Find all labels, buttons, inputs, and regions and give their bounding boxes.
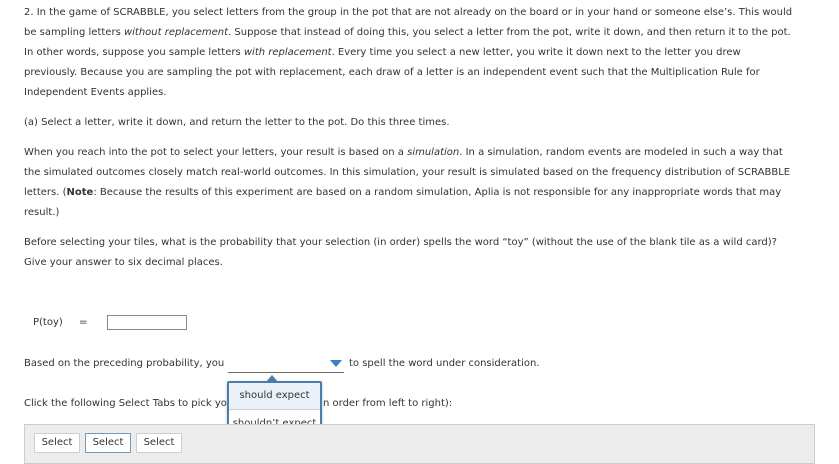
select-tab-3[interactable]: Select	[136, 433, 182, 453]
simulation-text-e: : Because the results of this experiment…	[24, 187, 782, 218]
simulation-text-a: When you reach into the pot to select yo…	[24, 147, 408, 158]
note-label: Note	[66, 187, 94, 198]
question-paragraph-intro: 2. In the game of SCRABBLE, you select l…	[24, 3, 794, 103]
equals-sign: =	[79, 317, 88, 328]
ptoy-label: P(toy)	[33, 317, 63, 328]
intro-text-d: with replacement	[243, 47, 332, 58]
chevron-down-icon	[330, 360, 342, 367]
probability-question: Before selecting your tiles, what is the…	[24, 237, 777, 268]
expect-dropdown[interactable]	[228, 358, 344, 373]
spell-word-text: to spell the word under consideration.	[349, 358, 540, 369]
simulation-text-b: simulation	[407, 147, 460, 158]
question-part-a: (a) Select a letter, write it down, and …	[24, 117, 450, 128]
select-tabs-bar: Select Select Select	[24, 424, 815, 464]
based-on-text: Based on the preceding probability, you	[24, 358, 225, 369]
select-tab-1[interactable]: Select	[34, 433, 80, 453]
simulation-paragraph: When you reach into the pot to select yo…	[24, 143, 794, 223]
select-tab-2[interactable]: Select	[85, 433, 131, 453]
ptoy-answer-input[interactable]	[107, 315, 187, 330]
click-tabs-text-right: n order from left to right):	[323, 398, 453, 409]
option-should-expect[interactable]: should expect	[229, 383, 320, 410]
click-tabs-text-left: Click the following Select Tabs to pick …	[24, 398, 227, 409]
intro-text-b: without replacement	[123, 27, 229, 38]
